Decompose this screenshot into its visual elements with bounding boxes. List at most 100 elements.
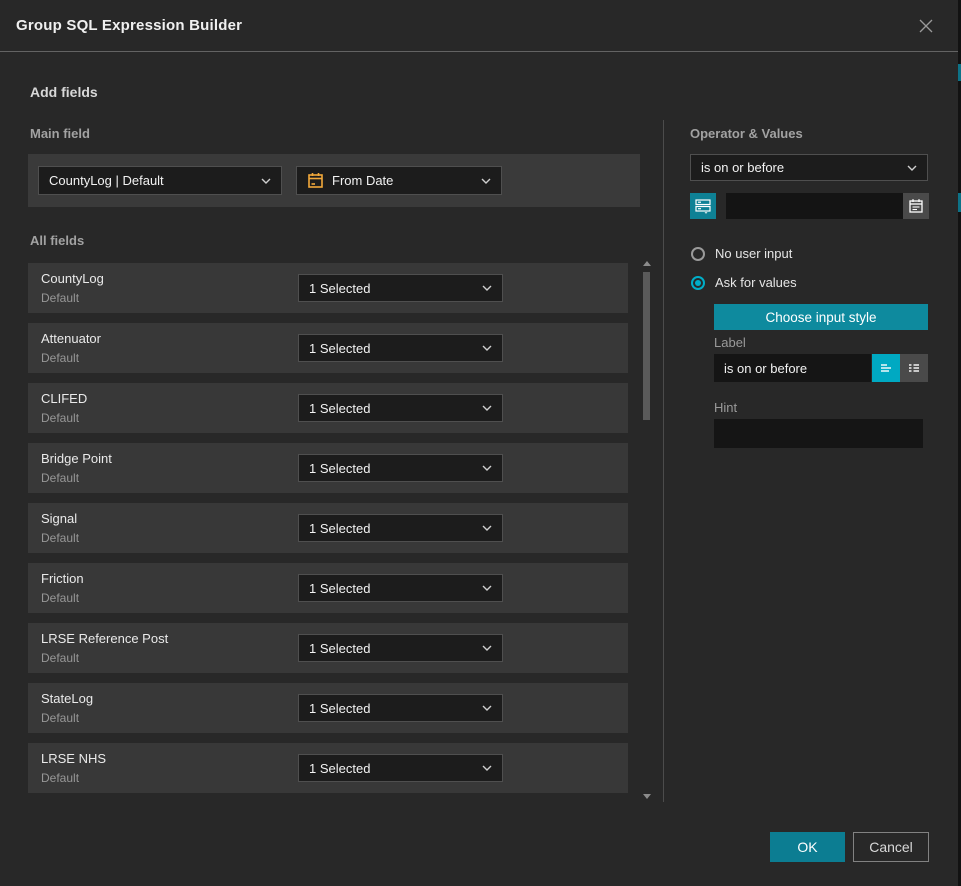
- chevron-down-icon: [482, 345, 492, 351]
- stacked-values-icon: [695, 198, 711, 214]
- field-row: Attenuator Default 1 Selected: [28, 323, 628, 373]
- field-row: Signal Default 1 Selected: [28, 503, 628, 553]
- radio-label: Ask for values: [715, 275, 797, 290]
- field-values-select-value: 1 Selected: [309, 641, 370, 656]
- radio-ask-for-values[interactable]: Ask for values: [691, 275, 797, 290]
- operator-values-heading: Operator & Values: [690, 126, 803, 141]
- field-subtitle: Default: [41, 411, 79, 425]
- chevron-down-icon: [482, 525, 492, 531]
- field-subtitle: Default: [41, 531, 79, 545]
- choose-input-style-button[interactable]: Choose input style: [714, 304, 928, 330]
- all-fields-heading: All fields: [30, 233, 84, 248]
- calendar-icon: [307, 172, 324, 189]
- cancel-button[interactable]: Cancel: [853, 832, 929, 862]
- field-name: LRSE NHS: [41, 751, 106, 766]
- field-row: CountyLog Default 1 Selected: [28, 263, 628, 313]
- label-field-label: Label: [714, 335, 746, 350]
- radio-label: No user input: [715, 246, 792, 261]
- calendar-icon: [908, 198, 924, 214]
- field-values-select[interactable]: 1 Selected: [298, 574, 503, 602]
- chevron-down-icon: [482, 465, 492, 471]
- field-values-select[interactable]: 1 Selected: [298, 394, 503, 422]
- column-divider: [663, 120, 664, 802]
- operator-select-value: is on or before: [701, 160, 784, 175]
- field-subtitle: Default: [41, 471, 79, 485]
- main-field-dataset-select[interactable]: CountyLog | Default: [38, 166, 282, 195]
- chevron-down-icon: [482, 765, 492, 771]
- field-row: CLIFED Default 1 Selected: [28, 383, 628, 433]
- chevron-down-icon: [482, 285, 492, 291]
- field-subtitle: Default: [41, 711, 79, 725]
- radio-no-user-input[interactable]: No user input: [691, 246, 792, 261]
- field-values-select-value: 1 Selected: [309, 281, 370, 296]
- field-name: Attenuator: [41, 331, 101, 346]
- field-values-select[interactable]: 1 Selected: [298, 754, 503, 782]
- dialog-title: Group SQL Expression Builder: [16, 17, 242, 34]
- add-fields-heading: Add fields: [30, 84, 98, 100]
- field-values-select-value: 1 Selected: [309, 401, 370, 416]
- choose-from-list-button[interactable]: [690, 193, 716, 219]
- scrollbar-up-arrow-icon[interactable]: [643, 261, 651, 266]
- field-values-select[interactable]: 1 Selected: [298, 274, 503, 302]
- field-list-scrollbar[interactable]: [641, 259, 651, 801]
- field-row: StateLog Default 1 Selected: [28, 683, 628, 733]
- main-field-heading: Main field: [30, 126, 90, 141]
- field-row: Friction Default 1 Selected: [28, 563, 628, 613]
- list-style-button[interactable]: [900, 354, 928, 382]
- scrollbar-down-arrow-icon[interactable]: [643, 794, 651, 799]
- operator-select[interactable]: is on or before: [690, 154, 928, 181]
- field-values-select-value: 1 Selected: [309, 461, 370, 476]
- chevron-down-icon: [907, 165, 917, 171]
- chevron-down-icon: [482, 645, 492, 651]
- date-field-select-value: From Date: [332, 173, 393, 188]
- single-value-style-button[interactable]: [872, 354, 900, 382]
- field-values-select[interactable]: 1 Selected: [298, 334, 503, 362]
- field-subtitle: Default: [41, 771, 79, 785]
- label-input[interactable]: [714, 354, 871, 382]
- field-values-select[interactable]: 1 Selected: [298, 634, 503, 662]
- field-values-select-value: 1 Selected: [309, 761, 370, 776]
- chevron-down-icon: [482, 405, 492, 411]
- field-subtitle: Default: [41, 351, 79, 365]
- field-row: LRSE Reference Post Default 1 Selected: [28, 623, 628, 673]
- all-fields-list: CountyLog Default 1 Selected Attenuator …: [28, 263, 628, 803]
- field-subtitle: Default: [41, 651, 79, 665]
- field-name: LRSE Reference Post: [41, 631, 168, 646]
- value-input[interactable]: [726, 193, 903, 219]
- radio-circle-icon: [691, 276, 705, 290]
- field-name: Friction: [41, 571, 84, 586]
- field-name: StateLog: [41, 691, 93, 706]
- field-row: LRSE NHS Default 1 Selected: [28, 743, 628, 793]
- field-subtitle: Default: [41, 291, 79, 305]
- radio-circle-icon: [691, 247, 705, 261]
- main-field-date-select[interactable]: From Date: [296, 166, 502, 195]
- chevron-down-icon: [482, 705, 492, 711]
- dialog-titlebar: Group SQL Expression Builder: [0, 0, 958, 52]
- field-values-select[interactable]: 1 Selected: [298, 454, 503, 482]
- field-name: Signal: [41, 511, 77, 526]
- input-style-toggle-group: [872, 354, 928, 382]
- field-row: Bridge Point Default 1 Selected: [28, 443, 628, 493]
- date-picker-button[interactable]: [903, 193, 929, 219]
- list-icon: [906, 360, 922, 376]
- align-left-icon: [878, 360, 894, 376]
- field-subtitle: Default: [41, 591, 79, 605]
- group-sql-expression-builder-dialog: Group SQL Expression Builder Add fields …: [0, 0, 958, 886]
- field-name: Bridge Point: [41, 451, 112, 466]
- ok-button[interactable]: OK: [770, 832, 845, 862]
- field-values-select-value: 1 Selected: [309, 341, 370, 356]
- field-values-select-value: 1 Selected: [309, 581, 370, 596]
- field-values-select-value: 1 Selected: [309, 521, 370, 536]
- field-name: CLIFED: [41, 391, 87, 406]
- field-values-select[interactable]: 1 Selected: [298, 514, 503, 542]
- chevron-down-icon: [482, 585, 492, 591]
- field-values-select[interactable]: 1 Selected: [298, 694, 503, 722]
- chevron-down-icon: [481, 178, 491, 184]
- hint-field-label: Hint: [714, 400, 737, 415]
- scrollbar-thumb[interactable]: [643, 272, 650, 420]
- close-icon[interactable]: [916, 16, 936, 36]
- chevron-down-icon: [261, 178, 271, 184]
- field-values-select-value: 1 Selected: [309, 701, 370, 716]
- dataset-select-value: CountyLog | Default: [49, 173, 164, 188]
- hint-input[interactable]: [714, 419, 923, 448]
